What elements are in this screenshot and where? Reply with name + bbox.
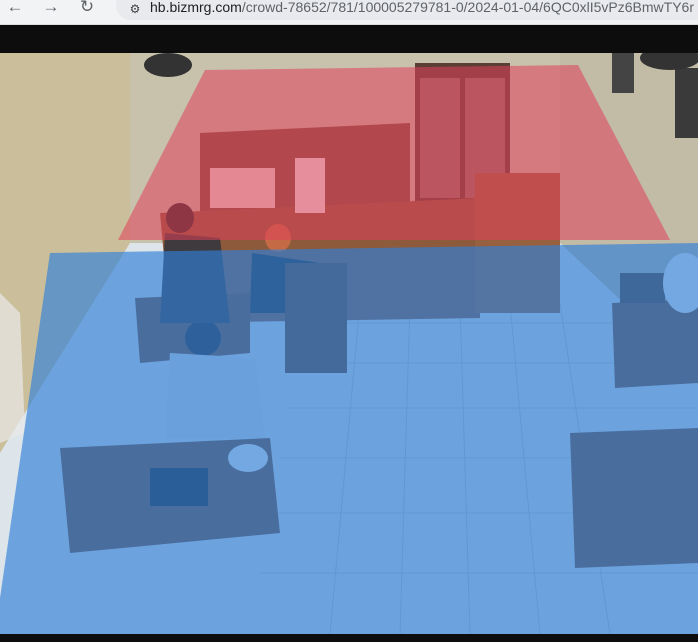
browser-toolbar: ← → ↻ ⚙ hb.bizmrg.com/crowd-78652/781/10… <box>0 0 698 25</box>
wall-picture <box>612 53 634 93</box>
counter-zone <box>118 65 670 240</box>
video-bottom-letterbox <box>0 634 698 642</box>
seating-zone <box>0 243 698 634</box>
url-path: /crowd-78652/781/100005279781-0/2024-01-… <box>241 0 694 15</box>
address-bar[interactable]: ⚙ hb.bizmrg.com/crowd-78652/781/10000527… <box>116 0 698 20</box>
cctv-scene <box>0 53 698 634</box>
arrow-right-icon[interactable]: → <box>40 0 62 18</box>
wall-speaker <box>675 68 698 138</box>
tune-icon[interactable]: ⚙ <box>125 0 145 19</box>
url-text[interactable]: hb.bizmrg.com/crowd-78652/781/1000052797… <box>150 0 694 15</box>
arrow-left-icon[interactable]: ← <box>4 0 26 18</box>
reload-icon[interactable]: ↻ <box>76 0 98 18</box>
url-host: hb.bizmrg.com <box>150 0 242 15</box>
cctv-frame <box>0 53 698 634</box>
pendant-lamp <box>144 53 192 77</box>
video-top-letterbox <box>0 25 698 53</box>
